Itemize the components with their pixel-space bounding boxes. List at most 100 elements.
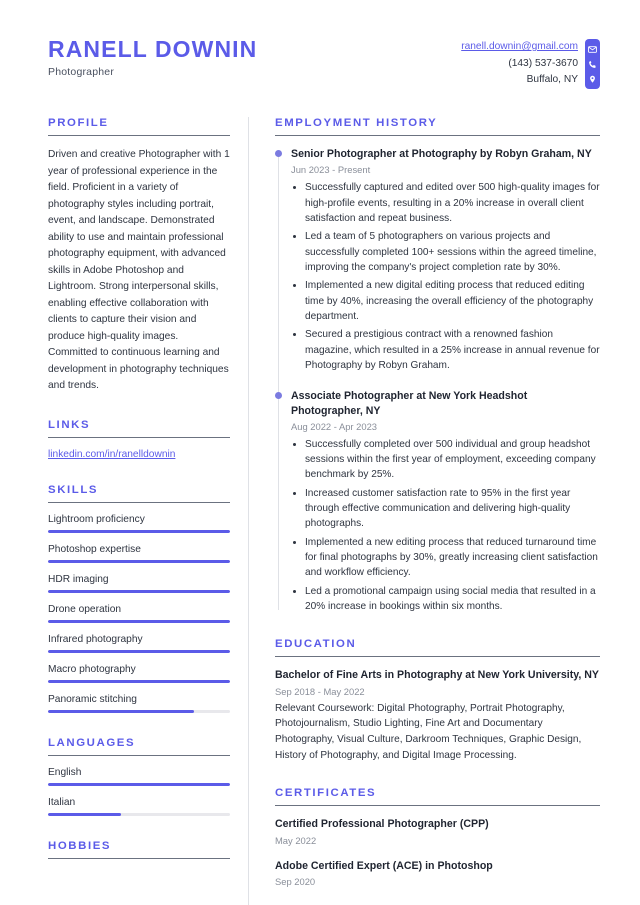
entry-bullets: Successfully completed over 500 individu…: [305, 437, 600, 615]
meter-fill: [48, 619, 230, 623]
skills-list: Lightroom proficiency Photoshop expertise…: [48, 514, 230, 713]
meter-fill: [48, 782, 230, 786]
entry-date: Sep 2020: [275, 875, 316, 887]
meter-item: Macro photography: [48, 664, 230, 683]
meter-fill: [48, 529, 230, 533]
employment-entry: Senior Photographer at Photography by Ro…: [275, 147, 600, 373]
list-item: Successfully completed over 500 individu…: [305, 437, 600, 483]
meter-item: Infrared photography: [48, 634, 230, 653]
entry-title: Adobe Certified Expert (ACE) in Photosho…: [275, 859, 493, 872]
candidate-job-title: Photographer: [48, 66, 115, 79]
meter-label: Lightroom proficiency: [48, 513, 145, 525]
heading-rule: [48, 135, 230, 136]
linkedin-link[interactable]: linkedin.com/in/ranelldownin: [48, 449, 175, 460]
entry-bullets: Successfully captured and edited over 50…: [305, 180, 600, 373]
section-certificates: CERTIFICATES Certified Professional Phot…: [275, 787, 600, 887]
meter-item: HDR imaging: [48, 574, 230, 593]
entry-title: Bachelor of Fine Arts in Photography at …: [275, 669, 599, 682]
entry-description: Relevant Coursework: Digital Photography…: [275, 702, 582, 761]
list-item: linkedin.com/in/ranelldownin: [48, 449, 230, 460]
meter-label: Drone operation: [48, 603, 122, 615]
heading-rule: [48, 501, 230, 503]
links-heading: LINKS: [48, 418, 91, 431]
meter-track: [48, 709, 230, 713]
education-entry: Bachelor of Fine Arts in Photography at …: [275, 668, 600, 763]
skills-heading: SKILLS: [48, 483, 99, 496]
meter-item: Drone operation: [48, 604, 230, 623]
meter-track: [48, 529, 230, 533]
certificate-entry: Adobe Certified Expert (ACE) in Photosho…: [275, 859, 600, 887]
meter-item: Italian: [48, 797, 230, 816]
heading-rule: [275, 805, 600, 807]
section-links: LINKS linkedin.com/in/ranelldownin: [48, 419, 230, 460]
identity-block: RANELL DOWNIN Photographer: [48, 36, 257, 78]
section-hobbies: HOBBIES: [48, 840, 230, 859]
entry-date: Jun 2023 - Present: [291, 164, 371, 176]
list-item: Led a promotional campaign using social …: [305, 584, 600, 615]
contact-icon-bar: [585, 39, 600, 89]
meter-label: Photoshop expertise: [48, 543, 141, 555]
meter-track: [48, 619, 230, 623]
education-heading: EDUCATION: [275, 638, 357, 651]
meter-fill: [48, 559, 230, 563]
employment-heading: EMPLOYMENT HISTORY: [275, 117, 438, 129]
entry-title: Senior Photographer at Photography by Ro…: [291, 148, 592, 160]
meter-fill: [48, 589, 230, 593]
resume-header: RANELL DOWNIN Photographer ranell.downin…: [48, 36, 600, 89]
meter-track: [48, 679, 230, 683]
meter-label: Panoramic stitching: [48, 693, 137, 705]
entry-date: Aug 2022 - Apr 2023: [291, 420, 378, 432]
employment-timeline: Senior Photographer at Photography by Ro…: [275, 147, 600, 614]
profile-heading: PROFILE: [48, 117, 109, 129]
entry-title: Certified Professional Photographer (CPP…: [275, 818, 489, 831]
meter-track: [48, 812, 230, 816]
hobbies-heading: HOBBIES: [48, 839, 112, 852]
main-column: EMPLOYMENT HISTORY Senior Photographer a…: [248, 117, 600, 905]
heading-rule: [275, 135, 600, 136]
entry-date: May 2022: [275, 834, 317, 846]
meter-item: English: [48, 767, 230, 786]
certificates-heading: CERTIFICATES: [275, 787, 377, 800]
meter-label: HDR imaging: [48, 573, 109, 585]
section-profile: PROFILE Driven and creative Photographer…: [48, 117, 230, 395]
meter-label: Macro photography: [48, 663, 136, 675]
heading-rule: [48, 436, 230, 438]
meter-track: [48, 589, 230, 593]
candidate-name: RANELL DOWNIN: [48, 36, 258, 62]
section-education: EDUCATION Bachelor of Fine Arts in Photo…: [275, 638, 600, 763]
entry-date: Sep 2018 - May 2022: [275, 685, 365, 697]
heading-rule: [48, 754, 230, 756]
languages-list: English Italian: [48, 767, 230, 816]
meter-fill: [48, 812, 121, 816]
section-languages: LANGUAGES English Italian: [48, 737, 230, 816]
languages-heading: LANGUAGES: [48, 736, 136, 749]
envelope-icon: [588, 45, 597, 54]
resume-page: RANELL DOWNIN Photographer ranell.downin…: [0, 0, 640, 905]
list-item: Successfully captured and edited over 50…: [305, 180, 600, 226]
heading-rule: [275, 656, 600, 658]
meter-track: [48, 782, 230, 786]
section-skills: SKILLS Lightroom proficiency Photoshop ex…: [48, 484, 230, 713]
meter-track: [48, 649, 230, 653]
certificates-list: Certified Professional Photographer (CPP…: [275, 817, 600, 887]
heading-rule: [48, 857, 230, 859]
meter-label: Italian: [48, 796, 76, 808]
meter-fill: [48, 679, 230, 683]
sidebar-column: PROFILE Driven and creative Photographer…: [48, 117, 230, 905]
map-pin-icon: [588, 75, 597, 84]
entry-title: Associate Photographer at New York Heads…: [291, 390, 528, 417]
contact-location: Buffalo, NY: [526, 74, 578, 86]
profile-text: Driven and creative Photographer with 1 …: [48, 149, 230, 392]
contact-phone: (143) 537-3670: [508, 57, 578, 69]
email-link[interactable]: ranell.downin@gmail.com: [461, 41, 578, 52]
list-item: Led a team of 5 photographers on various…: [305, 229, 600, 275]
meter-label: English: [48, 766, 82, 778]
list-item: Implemented a new digital editing proces…: [305, 278, 600, 324]
section-employment: EMPLOYMENT HISTORY Senior Photographer a…: [275, 117, 600, 614]
contact-email-row: ranell.downin@gmail.com: [461, 39, 578, 56]
meter-fill: [48, 709, 194, 713]
phone-icon: [588, 60, 597, 69]
meter-item: Lightroom proficiency: [48, 514, 230, 533]
certificate-entry: Certified Professional Photographer (CPP…: [275, 817, 600, 845]
list-item: Implemented a new editing process that r…: [305, 535, 600, 581]
